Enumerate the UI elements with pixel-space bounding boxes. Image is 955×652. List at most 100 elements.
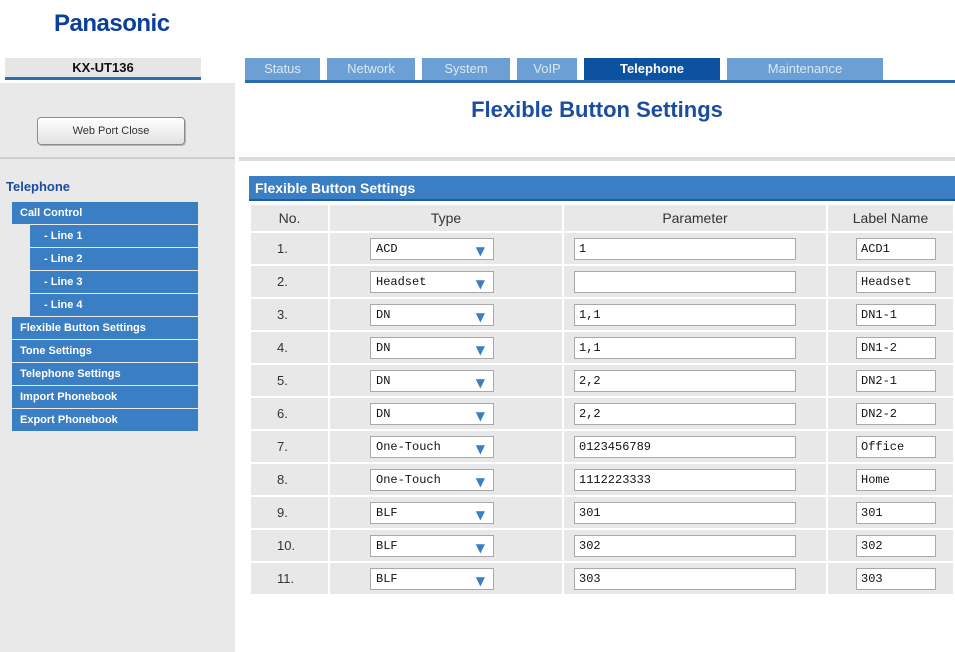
type-cell: One-Touch ▼ (330, 431, 562, 462)
label-name-input[interactable]: Headset (856, 270, 936, 293)
table-row: 8. One-Touch ▼ 1112223333 Home (251, 464, 953, 495)
parameter-input[interactable]: 1,1 (574, 303, 796, 326)
type-select[interactable]: BLF ▼ (370, 501, 494, 525)
model-name: KX-UT136 (5, 58, 201, 80)
parameter-input[interactable]: 2,2 (574, 402, 796, 425)
label-name-input[interactable]: ACD1 (856, 237, 936, 260)
parameter-cell: 1,1 (564, 299, 826, 330)
type-select[interactable]: DN ▼ (370, 303, 494, 327)
row-number: 8. (251, 464, 328, 495)
web-port-close-button[interactable]: Web Port Close (37, 117, 185, 145)
header-type: Type (330, 205, 562, 231)
sidebar-item-tone-settings[interactable]: Tone Settings (12, 340, 198, 363)
main-tabs: Status Network System VoIP Telephone Mai… (245, 58, 955, 83)
chevron-down-icon[interactable]: ▼ (476, 406, 485, 426)
tab-voip[interactable]: VoIP (517, 58, 577, 80)
sidebar-item-import-phonebook[interactable]: Import Phonebook (12, 386, 198, 409)
parameter-cell (564, 266, 826, 297)
parameter-cell: 1112223333 (564, 464, 826, 495)
label-name-input[interactable]: Home (856, 468, 936, 491)
table-row: 3. DN ▼ 1,1 DN1-1 (251, 299, 953, 330)
tab-status[interactable]: Status (245, 58, 320, 80)
row-number: 9. (251, 497, 328, 528)
table-row: 6. DN ▼ 2,2 DN2-2 (251, 398, 953, 429)
chevron-down-icon[interactable]: ▼ (476, 472, 485, 492)
sidebar-item-line-2[interactable]: - Line 2 (30, 248, 198, 271)
table-row: 9. BLF ▼ 301 301 (251, 497, 953, 528)
label-cell: 301 (828, 497, 953, 528)
parameter-input[interactable]: 301 (574, 501, 796, 524)
flexible-button-table: No. Type Parameter Label Name 1. ACD ▼ 1 ACD… (249, 203, 955, 596)
label-name-input[interactable]: DN2-2 (856, 402, 936, 425)
type-select[interactable]: DN ▼ (370, 369, 494, 393)
tab-telephone[interactable]: Telephone (584, 58, 720, 80)
type-select[interactable]: One-Touch ▼ (370, 435, 494, 459)
type-select[interactable]: Headset ▼ (370, 270, 494, 294)
parameter-cell: 302 (564, 530, 826, 561)
type-select[interactable]: BLF ▼ (370, 567, 494, 591)
parameter-input[interactable]: 302 (574, 534, 796, 557)
chevron-down-icon[interactable]: ▼ (476, 373, 485, 393)
label-name-input[interactable]: 303 (856, 567, 936, 590)
type-cell: DN ▼ (330, 398, 562, 429)
type-select[interactable]: ACD ▼ (370, 237, 494, 261)
type-select[interactable]: DN ▼ (370, 336, 494, 360)
sidebar-item-line-3[interactable]: - Line 3 (30, 271, 198, 294)
sidebar-item-telephone-settings[interactable]: Telephone Settings (12, 363, 198, 386)
chevron-down-icon[interactable]: ▼ (476, 274, 485, 294)
type-select-value: BLF (376, 505, 398, 520)
type-select-value: One-Touch (376, 439, 441, 454)
page-title: Flexible Button Settings (471, 97, 723, 122)
chevron-down-icon[interactable]: ▼ (476, 340, 485, 360)
tab-system[interactable]: System (422, 58, 510, 80)
parameter-cell: 303 (564, 563, 826, 594)
parameter-cell: 0123456789 (564, 431, 826, 462)
title-divider (239, 157, 955, 161)
section-header: Flexible Button Settings (249, 176, 955, 201)
sidebar-item-line-4[interactable]: - Line 4 (30, 294, 198, 317)
parameter-input[interactable] (574, 270, 796, 293)
chevron-down-icon[interactable]: ▼ (476, 241, 485, 261)
tab-network[interactable]: Network (327, 58, 415, 80)
row-number: 2. (251, 266, 328, 297)
label-cell: Headset (828, 266, 953, 297)
parameter-input[interactable]: 1112223333 (574, 468, 796, 491)
label-name-input[interactable]: Office (856, 435, 936, 458)
chevron-down-icon[interactable]: ▼ (476, 307, 485, 327)
parameter-input[interactable]: 303 (574, 567, 796, 590)
type-select-value: BLF (376, 571, 398, 586)
chevron-down-icon[interactable]: ▼ (476, 571, 485, 591)
label-name-input[interactable]: DN1-1 (856, 303, 936, 326)
chevron-down-icon[interactable]: ▼ (476, 505, 485, 525)
type-select-value: Headset (376, 274, 427, 289)
sidebar-item-export-phonebook[interactable]: Export Phonebook (12, 409, 198, 432)
label-name-input[interactable]: 302 (856, 534, 936, 557)
table-body: 1. ACD ▼ 1 ACD1 2. Headset ▼ Headset 3. DN ▼ 1,1 DN1-… (251, 233, 953, 594)
type-select[interactable]: BLF ▼ (370, 534, 494, 558)
sidebar-item-line-1[interactable]: - Line 1 (30, 225, 198, 248)
sidebar-item-flexible-button-settings[interactable]: Flexible Button Settings (12, 317, 198, 340)
table-row: 10. BLF ▼ 302 302 (251, 530, 953, 561)
label-name-input[interactable]: DN1-2 (856, 336, 936, 359)
table-row: 7. One-Touch ▼ 0123456789 Office (251, 431, 953, 462)
type-select-value: One-Touch (376, 472, 441, 487)
type-select[interactable]: One-Touch ▼ (370, 468, 494, 492)
tab-maintenance[interactable]: Maintenance (727, 58, 883, 80)
label-name-input[interactable]: DN2-1 (856, 369, 936, 392)
parameter-input[interactable]: 1,1 (574, 336, 796, 359)
parameter-input[interactable]: 2,2 (574, 369, 796, 392)
panasonic-logo: Panasonic (54, 10, 170, 37)
sidebar-item-call-control[interactable]: Call Control (12, 202, 198, 225)
label-cell: DN1-2 (828, 332, 953, 363)
parameter-input[interactable]: 1 (574, 237, 796, 260)
parameter-input[interactable]: 0123456789 (574, 435, 796, 458)
type-select[interactable]: DN ▼ (370, 402, 494, 426)
type-select-value: DN (376, 340, 391, 355)
chevron-down-icon[interactable]: ▼ (476, 439, 485, 459)
row-number: 3. (251, 299, 328, 330)
table-header-row: No. Type Parameter Label Name (251, 205, 953, 231)
chevron-down-icon[interactable]: ▼ (476, 538, 485, 558)
row-number: 11. (251, 563, 328, 594)
table-row: 1. ACD ▼ 1 ACD1 (251, 233, 953, 264)
label-name-input[interactable]: 301 (856, 501, 936, 524)
